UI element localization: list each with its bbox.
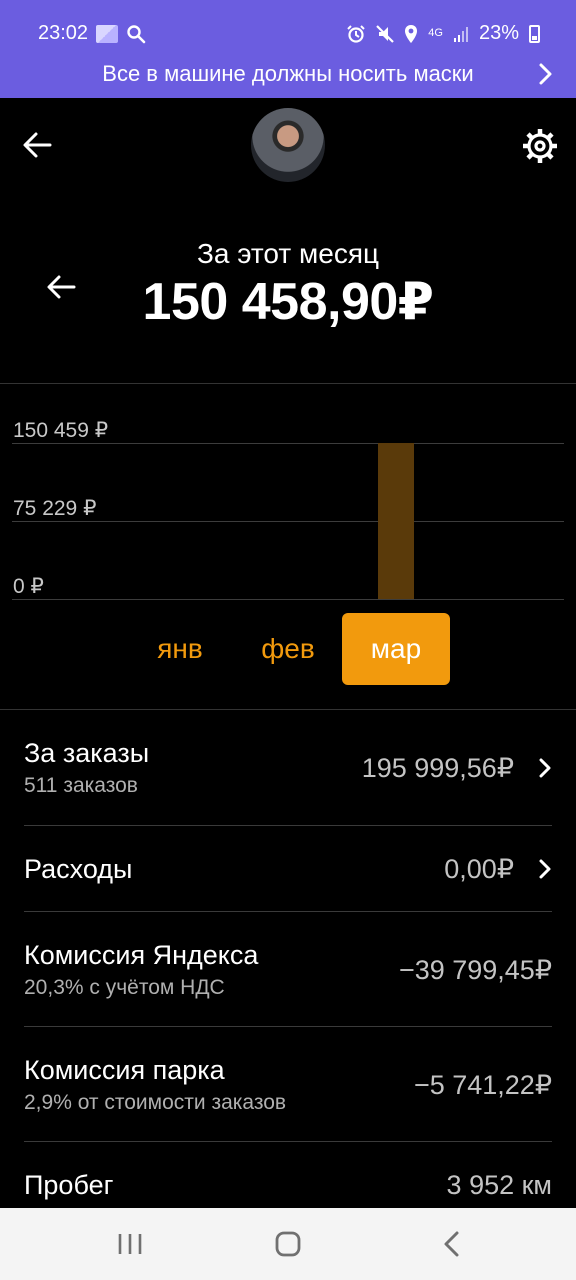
- top-bar: 23:02 4G 23% Все в машине должны носить …: [0, 0, 576, 98]
- row-subtitle: 20,3% с учётом НДС: [24, 976, 225, 999]
- row-value: −5 741,22₽: [413, 1070, 552, 1100]
- gallery-icon: [96, 25, 118, 43]
- mileage-row: Пробег 3 952 км: [0, 1142, 576, 1208]
- period-label: За этот месяц: [196, 238, 380, 269]
- row-subtitle: 511 заказов: [24, 774, 138, 797]
- month-tab-feb[interactable]: фев: [234, 613, 342, 685]
- yandex-commission-row: Комиссия Яндекса 20,3% с учётом НДС −39 …: [0, 912, 576, 1027]
- network-icon: 4G: [428, 27, 443, 39]
- period-amount: 150 458,90₽: [142, 273, 434, 331]
- orders-row[interactable]: За заказы 511 заказов 195 999,56₽: [0, 710, 576, 826]
- row-title: Пробег: [24, 1170, 114, 1200]
- status-time: 23:02: [38, 22, 89, 44]
- row-title: Расходы: [24, 854, 133, 884]
- row-title: За заказы: [24, 738, 150, 768]
- row-title: Комиссия Яндекса: [24, 940, 259, 970]
- chevron-right-icon: [539, 859, 551, 879]
- location-icon: [405, 24, 418, 43]
- back-icon[interactable]: [432, 1228, 472, 1260]
- search-icon: [127, 25, 146, 44]
- row-subtitle: 2,9% от стоимости заказов: [24, 1091, 287, 1114]
- mask-banner[interactable]: Все в машине должны носить маски: [0, 50, 576, 98]
- home-icon[interactable]: [268, 1228, 308, 1260]
- battery-icon: [529, 24, 540, 43]
- chevron-right-icon: [539, 63, 552, 85]
- signal-icon: [453, 26, 468, 42]
- battery-percent: 23%: [478, 22, 519, 44]
- mute-icon: [376, 24, 395, 43]
- chart-bar-мар[interactable]: [378, 443, 414, 599]
- row-value: −39 799,45₽: [398, 955, 552, 985]
- row-title: Комиссия парка: [24, 1055, 225, 1085]
- month-tab-jan[interactable]: янв: [126, 613, 234, 685]
- alarm-icon: [347, 24, 365, 43]
- banner-text: Все в машине должны носить маски: [102, 61, 474, 86]
- row-value: 3 952 км: [446, 1170, 552, 1200]
- expenses-row[interactable]: Расходы 0,00₽: [0, 826, 576, 912]
- grid-line: [12, 599, 564, 600]
- chevron-right-icon: [539, 758, 551, 778]
- y-tick-label: 75 229 ₽: [13, 497, 97, 520]
- back-arrow-icon[interactable]: [20, 128, 54, 162]
- row-value: 195 999,56₽: [361, 753, 514, 783]
- row-value: 0,00₽: [444, 854, 514, 884]
- earnings-chart: 150 459 ₽ 75 229 ₽ 0 ₽: [0, 400, 576, 620]
- system-navigation-bar: [0, 1208, 576, 1280]
- grid-line: [12, 443, 564, 444]
- y-tick-label: 0 ₽: [13, 575, 44, 598]
- gear-icon[interactable]: [520, 126, 560, 166]
- grid-line: [12, 521, 564, 522]
- month-tabs: янв фев мар: [0, 613, 576, 685]
- y-tick-label: 150 459 ₽: [13, 419, 109, 442]
- recent-apps-icon[interactable]: [110, 1228, 150, 1260]
- month-tab-mar[interactable]: мар: [342, 613, 450, 685]
- avatar[interactable]: [251, 108, 325, 182]
- status-bar: 23:02 4G 23%: [0, 0, 576, 50]
- divider: [0, 383, 576, 384]
- park-commission-row: Комиссия парка 2,9% от стоимости заказов…: [0, 1027, 576, 1142]
